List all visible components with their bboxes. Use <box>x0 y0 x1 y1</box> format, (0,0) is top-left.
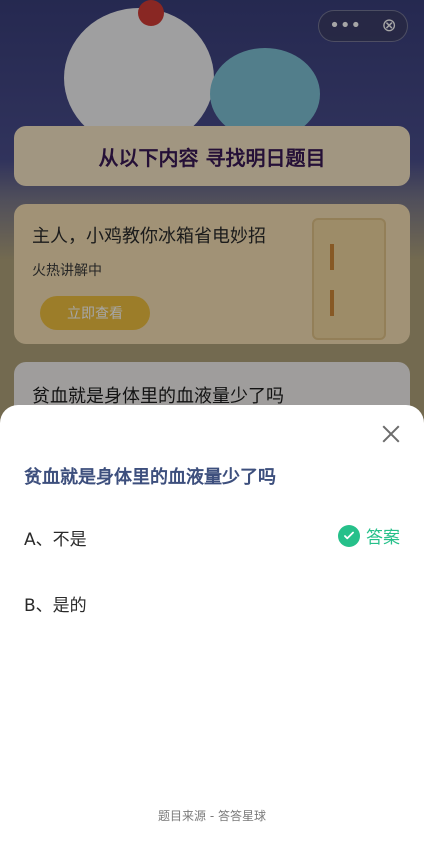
option-b[interactable]: B、是的 <box>24 591 87 616</box>
answer-label: 答案 <box>366 528 400 548</box>
option-a[interactable]: A、不是 <box>24 525 87 550</box>
source-text: 题目来源 - 答答星球 <box>158 809 266 823</box>
close-icon[interactable] <box>380 423 402 445</box>
answer-modal: 贫血就是身体里的血液量少了吗 A、不是 答案 B、是的 题目来源 - 答答星球 <box>0 405 424 842</box>
question-title: 贫血就是身体里的血液量少了吗 <box>24 467 276 488</box>
check-icon <box>338 524 360 547</box>
answer-indicator: 答案 <box>338 523 400 548</box>
